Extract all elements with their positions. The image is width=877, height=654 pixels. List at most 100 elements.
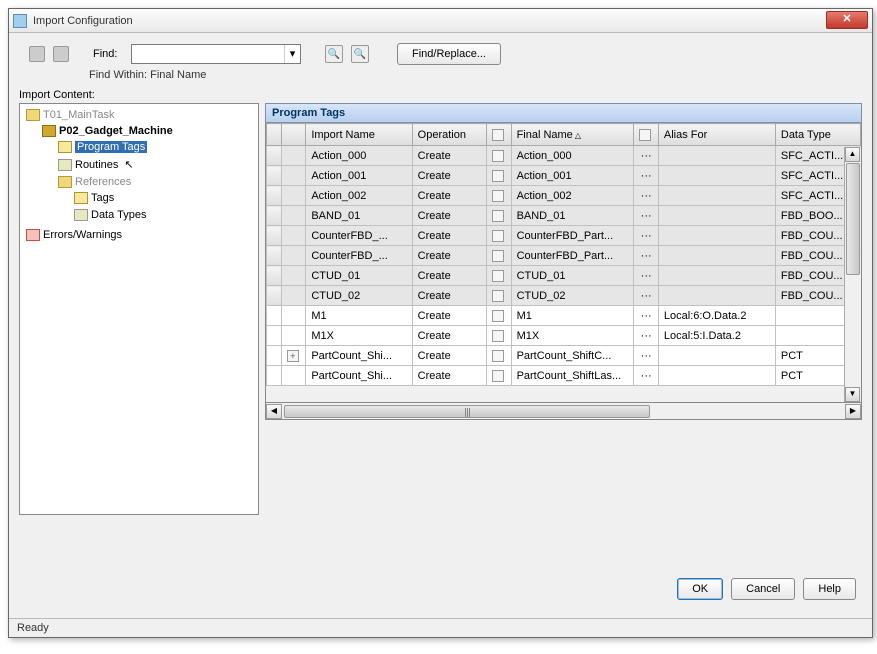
expand-cell[interactable] xyxy=(281,266,305,286)
nav-forward-icon[interactable] xyxy=(53,46,69,62)
expand-cell[interactable] xyxy=(281,366,305,386)
col-row-header[interactable] xyxy=(267,124,282,146)
final-dots-cell[interactable]: ··· xyxy=(634,206,658,226)
table-row[interactable]: PartCount_Shi...CreatePartCount_ShiftC..… xyxy=(267,346,861,366)
row-header-cell[interactable] xyxy=(267,206,282,226)
import-name-cell[interactable]: CTUD_01 xyxy=(306,266,412,286)
tree-root[interactable]: T01_MainTask xyxy=(26,109,115,121)
final-dots-cell[interactable]: ··· xyxy=(634,246,658,266)
table-row[interactable]: Action_001CreateAction_001···SFC_ACTI... xyxy=(267,166,861,186)
col-alias-icon[interactable] xyxy=(634,124,658,146)
final-name-cell[interactable]: CounterFBD_Part... xyxy=(511,226,634,246)
table-row[interactable]: M1CreateM1···Local:6:O.Data.2 xyxy=(267,306,861,326)
expand-cell[interactable] xyxy=(281,286,305,306)
final-name-cell[interactable]: CTUD_02 xyxy=(511,286,634,306)
operation-cell[interactable]: Create xyxy=(412,326,486,346)
final-name-cell[interactable]: CounterFBD_Part... xyxy=(511,246,634,266)
row-header-cell[interactable] xyxy=(267,306,282,326)
operation-cell[interactable]: Create xyxy=(412,186,486,206)
final-icon-cell[interactable] xyxy=(487,306,511,326)
final-icon-cell[interactable] xyxy=(487,206,511,226)
final-dots-cell[interactable]: ··· xyxy=(634,306,658,326)
tree-routines[interactable]: Routines↖ xyxy=(58,158,134,171)
final-dots-cell[interactable]: ··· xyxy=(634,346,658,366)
expand-cell[interactable] xyxy=(281,206,305,226)
expand-cell[interactable] xyxy=(281,146,305,166)
final-name-cell[interactable]: Action_000 xyxy=(511,146,634,166)
final-icon-cell[interactable] xyxy=(487,286,511,306)
operation-cell[interactable]: Create xyxy=(412,366,486,386)
final-name-cell[interactable]: PartCount_ShiftC... xyxy=(511,346,634,366)
operation-cell[interactable]: Create xyxy=(412,286,486,306)
tree-program-tags[interactable]: Program Tags xyxy=(58,141,147,153)
tree-tags[interactable]: Tags xyxy=(74,192,114,204)
alias-cell[interactable]: Local:6:O.Data.2 xyxy=(658,306,775,326)
table-row[interactable]: Action_002CreateAction_002···SFC_ACTI... xyxy=(267,186,861,206)
operation-cell[interactable]: Create xyxy=(412,146,486,166)
col-final-name[interactable]: Final Name△ xyxy=(511,124,634,146)
vertical-scrollbar[interactable]: ▲ ▼ xyxy=(844,147,861,402)
table-row[interactable]: CounterFBD_...CreateCounterFBD_Part...··… xyxy=(267,226,861,246)
col-import-name[interactable]: Import Name xyxy=(306,124,412,146)
final-dots-cell[interactable]: ··· xyxy=(634,286,658,306)
row-header-cell[interactable] xyxy=(267,366,282,386)
final-dots-cell[interactable]: ··· xyxy=(634,266,658,286)
operation-cell[interactable]: Create xyxy=(412,226,486,246)
tree-errors[interactable]: Errors/Warnings xyxy=(26,229,122,241)
alias-cell[interactable]: Local:5:I.Data.2 xyxy=(658,326,775,346)
col-operation[interactable]: Operation xyxy=(412,124,486,146)
table-row[interactable]: M1XCreateM1X···Local:5:I.Data.2 xyxy=(267,326,861,346)
tree-pane[interactable]: T01_MainTask P02_Gadget_Machine Program … xyxy=(19,103,259,515)
table-row[interactable]: CTUD_01CreateCTUD_01···FBD_COU... xyxy=(267,266,861,286)
final-dots-cell[interactable]: ··· xyxy=(634,186,658,206)
final-name-cell[interactable]: Action_002 xyxy=(511,186,634,206)
col-alias-for[interactable]: Alias For xyxy=(658,124,775,146)
row-header-cell[interactable] xyxy=(267,266,282,286)
scroll-right-icon[interactable]: ▶ xyxy=(845,404,861,419)
expand-icon[interactable] xyxy=(287,350,299,362)
nav-back-icon[interactable] xyxy=(29,46,45,62)
ok-button[interactable]: OK xyxy=(677,578,723,600)
final-name-cell[interactable]: CTUD_01 xyxy=(511,266,634,286)
import-name-cell[interactable]: CTUD_02 xyxy=(306,286,412,306)
operation-cell[interactable]: Create xyxy=(412,266,486,286)
final-dots-cell[interactable]: ··· xyxy=(634,326,658,346)
import-name-cell[interactable]: M1X xyxy=(306,326,412,346)
import-name-cell[interactable]: Action_000 xyxy=(306,146,412,166)
final-icon-cell[interactable] xyxy=(487,146,511,166)
table-row[interactable]: Action_000CreateAction_000···SFC_ACTI... xyxy=(267,146,861,166)
operation-cell[interactable]: Create xyxy=(412,346,486,366)
find-dropdown-icon[interactable]: ▾ xyxy=(284,45,300,63)
import-name-cell[interactable]: Action_001 xyxy=(306,166,412,186)
final-name-cell[interactable]: Action_001 xyxy=(511,166,634,186)
help-button[interactable]: Help xyxy=(803,578,856,600)
final-dots-cell[interactable]: ··· xyxy=(634,166,658,186)
operation-cell[interactable]: Create xyxy=(412,246,486,266)
final-icon-cell[interactable] xyxy=(487,226,511,246)
final-dots-cell[interactable]: ··· xyxy=(634,146,658,166)
horizontal-scrollbar[interactable]: ◀ ▶ xyxy=(265,403,862,420)
final-name-cell[interactable]: PartCount_ShiftLas... xyxy=(511,366,634,386)
col-final-icon[interactable] xyxy=(487,124,511,146)
find-next-icon[interactable]: 🔍 xyxy=(325,45,343,63)
alias-cell[interactable] xyxy=(658,166,775,186)
row-header-cell[interactable] xyxy=(267,166,282,186)
alias-cell[interactable] xyxy=(658,346,775,366)
expand-cell[interactable] xyxy=(281,326,305,346)
table-row[interactable]: BAND_01CreateBAND_01···FBD_BOO... xyxy=(267,206,861,226)
operation-cell[interactable]: Create xyxy=(412,166,486,186)
final-name-cell[interactable]: M1X xyxy=(511,326,634,346)
alias-cell[interactable] xyxy=(658,246,775,266)
alias-cell[interactable] xyxy=(658,146,775,166)
scroll-thumb[interactable] xyxy=(284,405,650,418)
tree-references[interactable]: References xyxy=(58,176,131,188)
row-header-cell[interactable] xyxy=(267,146,282,166)
scroll-thumb[interactable] xyxy=(846,163,860,275)
scroll-left-icon[interactable]: ◀ xyxy=(266,404,282,419)
row-header-cell[interactable] xyxy=(267,346,282,366)
final-icon-cell[interactable] xyxy=(487,266,511,286)
find-input[interactable] xyxy=(132,45,284,63)
expand-cell[interactable] xyxy=(281,226,305,246)
alias-cell[interactable] xyxy=(658,186,775,206)
find-combo[interactable]: ▾ xyxy=(131,44,301,64)
